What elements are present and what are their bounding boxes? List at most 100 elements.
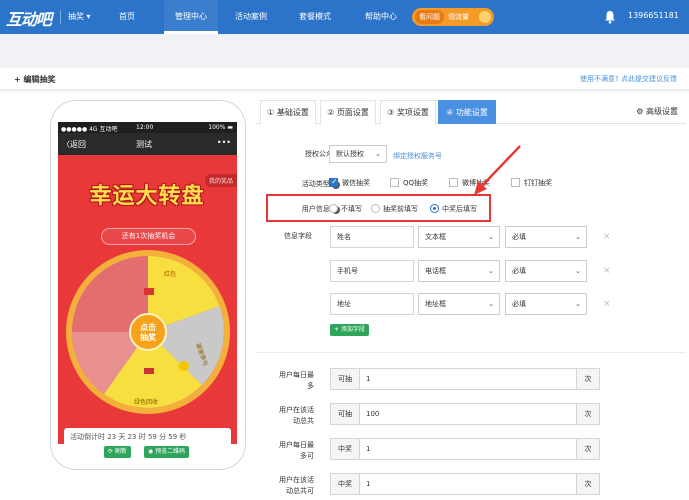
- type-qq-label: QQ抽奖: [403, 179, 429, 187]
- wheel-title: 幸运大转盘: [89, 184, 205, 209]
- settings-tabs: ① 基础设置 ② 页面设置 ③ 奖项设置 ④ 功能设置 ⚙ 高级设置: [256, 100, 686, 124]
- page-title: + 编辑抽奖: [14, 75, 56, 84]
- limit-prefix: 中奖: [330, 473, 360, 495]
- limit-unit: 次: [576, 403, 600, 425]
- gift-icon: [144, 288, 154, 295]
- segment-label: 红包: [164, 270, 176, 278]
- limit-unit: 次: [576, 438, 600, 460]
- tab-function[interactable]: ④ 功能设置: [438, 100, 496, 124]
- limit-label: 用户在该活 动总共可: [279, 476, 314, 495]
- promo-coin-icon: [479, 11, 491, 23]
- limit-unit: 次: [576, 368, 600, 390]
- bind-service-link[interactable]: 绑定授权服务号: [393, 151, 442, 161]
- field-required-value: 必填: [512, 267, 526, 275]
- field-required-value: 必填: [512, 300, 526, 308]
- field-required-select[interactable]: 必填 ⌄: [505, 293, 587, 315]
- phone-page-title: 测试: [136, 140, 152, 149]
- limit-prefix: 中奖: [330, 438, 360, 460]
- chevron-down-icon: ⌄: [575, 267, 581, 275]
- status-time: 12:00: [136, 124, 154, 131]
- promo-badge[interactable]: 看问题 领流量: [412, 8, 494, 26]
- field-required-select[interactable]: 必填 ⌄: [505, 226, 587, 248]
- limit-prefix: 可抽: [330, 403, 360, 425]
- tab-basic[interactable]: ① 基础设置: [260, 100, 316, 124]
- nav-item-management[interactable]: 管理中心: [164, 0, 218, 34]
- status-carrier: ●●●●● 4G 互动吧: [61, 126, 118, 133]
- field-required-select[interactable]: 必填 ⌄: [505, 260, 587, 282]
- page-root: 互动吧 抽奖 ▾ 首页 管理中心 活动案例 套餐模式 帮助中心 看问题 领流量 …: [0, 0, 689, 500]
- total-win-limit-input[interactable]: 1: [359, 473, 577, 495]
- top-nav: 互动吧 抽奖 ▾ 首页 管理中心 活动案例 套餐模式 帮助中心 看问题 领流量 …: [0, 0, 689, 34]
- nav-item-help[interactable]: 帮助中心: [358, 0, 404, 34]
- userinfo-none-radio[interactable]: [329, 204, 338, 213]
- logo[interactable]: 互动吧: [6, 6, 52, 30]
- limit-label: 用户每日最多: [279, 371, 314, 390]
- promo-text: 领流量: [448, 13, 469, 21]
- more-icon[interactable]: •••: [217, 138, 231, 147]
- bell-icon[interactable]: [604, 10, 616, 24]
- close-icon[interactable]: ×: [603, 266, 611, 276]
- sad-face-icon: [179, 361, 189, 371]
- preview-qrcode-button[interactable]: ◉ 预览二维码: [144, 446, 190, 458]
- tab-prize[interactable]: ③ 奖项设置: [380, 100, 436, 124]
- total-draw-limit-input[interactable]: 100: [359, 403, 577, 425]
- type-qq-checkbox[interactable]: [390, 178, 399, 187]
- nav-item-home[interactable]: 首页: [110, 0, 144, 34]
- account-name[interactable]: 1396651181: [628, 11, 679, 20]
- phone-title-bar: 〈返回 测试 •••: [58, 133, 237, 155]
- type-dingtalk-label: 钉钉抽奖: [524, 179, 552, 187]
- chevron-down-icon: ⌄: [375, 150, 381, 158]
- daily-draw-limit-input[interactable]: 1: [359, 368, 577, 390]
- close-icon[interactable]: ×: [603, 299, 611, 309]
- userinfo-after-label: 中奖后填写: [442, 205, 477, 213]
- nav-divider: [60, 10, 61, 24]
- chevron-down-icon: ⌄: [488, 233, 494, 241]
- type-wechat-label: 微信抽奖: [342, 179, 370, 187]
- nav-item-cases[interactable]: 活动案例: [228, 0, 274, 34]
- field-required-value: 必填: [512, 233, 526, 241]
- tab-advanced[interactable]: ⚙ 高级设置: [636, 100, 678, 124]
- field-type-value: 电话框: [425, 267, 446, 275]
- auth-select[interactable]: 默认授权 ⌄: [329, 145, 387, 163]
- userinfo-before-radio[interactable]: [371, 204, 380, 213]
- limit-label: 用户每日最 多可: [279, 441, 314, 460]
- tab-page[interactable]: ② 页面设置: [320, 100, 376, 124]
- close-icon[interactable]: ×: [603, 232, 611, 242]
- phone-screen: ●●●●● 4G 互动吧 12:00 100% ▬ 〈返回 测试 ••• 我的奖…: [58, 122, 237, 444]
- fields-label: 信息字段: [284, 232, 312, 240]
- chevron-down-icon: ⌄: [488, 267, 494, 275]
- userinfo-before-label: 抽奖前填写: [383, 205, 418, 213]
- field-type-select[interactable]: 文本框 ⌄: [418, 226, 500, 248]
- status-battery: 100% ▬: [208, 124, 233, 131]
- field-name-input[interactable]: 手机号: [330, 260, 414, 282]
- chevron-down-icon: ⌄: [575, 233, 581, 241]
- limit-unit: 次: [576, 473, 600, 495]
- chevron-down-icon: ⌄: [575, 300, 581, 308]
- phone-status-bar: ●●●●● 4G 互动吧 12:00 100% ▬: [58, 122, 237, 133]
- segment-label: 绿色回收: [134, 398, 158, 406]
- section-divider: [256, 352, 686, 353]
- feedback-link[interactable]: 使用不满意? 点此提交建议反馈: [580, 74, 677, 84]
- nav-item-packages[interactable]: 套餐模式: [292, 0, 338, 34]
- field-name-input[interactable]: 地址: [330, 293, 414, 315]
- userinfo-none-label: 不填写: [341, 205, 362, 213]
- back-button[interactable]: 〈返回: [62, 139, 86, 150]
- field-type-select[interactable]: 电话框 ⌄: [418, 260, 500, 282]
- field-type-value: 文本框: [425, 233, 446, 241]
- spin-button[interactable]: [129, 313, 167, 351]
- auth-select-value: 默认授权: [336, 150, 364, 158]
- gift-icon: [144, 368, 154, 374]
- field-type-value: 地址框: [425, 300, 446, 308]
- countdown-card: 活动倒计时 23 天 23 时 59 分 59 秒: [64, 428, 231, 444]
- prize-wheel: 红包 谢谢参与 绿色回收 点击抽奖: [66, 250, 230, 414]
- field-name-input[interactable]: 姓名: [330, 226, 414, 248]
- daily-win-limit-input[interactable]: 1: [359, 438, 577, 460]
- type-wechat-checkbox[interactable]: [329, 177, 338, 187]
- field-type-select[interactable]: 地址框 ⌄: [418, 293, 500, 315]
- add-field-button[interactable]: + 添加字段: [330, 324, 369, 336]
- product-selector[interactable]: 抽奖 ▾: [68, 11, 91, 22]
- type-weibo-checkbox[interactable]: [449, 178, 458, 187]
- chevron-down-icon: ⌄: [488, 300, 494, 308]
- userinfo-after-radio[interactable]: [430, 204, 439, 213]
- refresh-button[interactable]: ⟳ 刷新: [104, 446, 131, 458]
